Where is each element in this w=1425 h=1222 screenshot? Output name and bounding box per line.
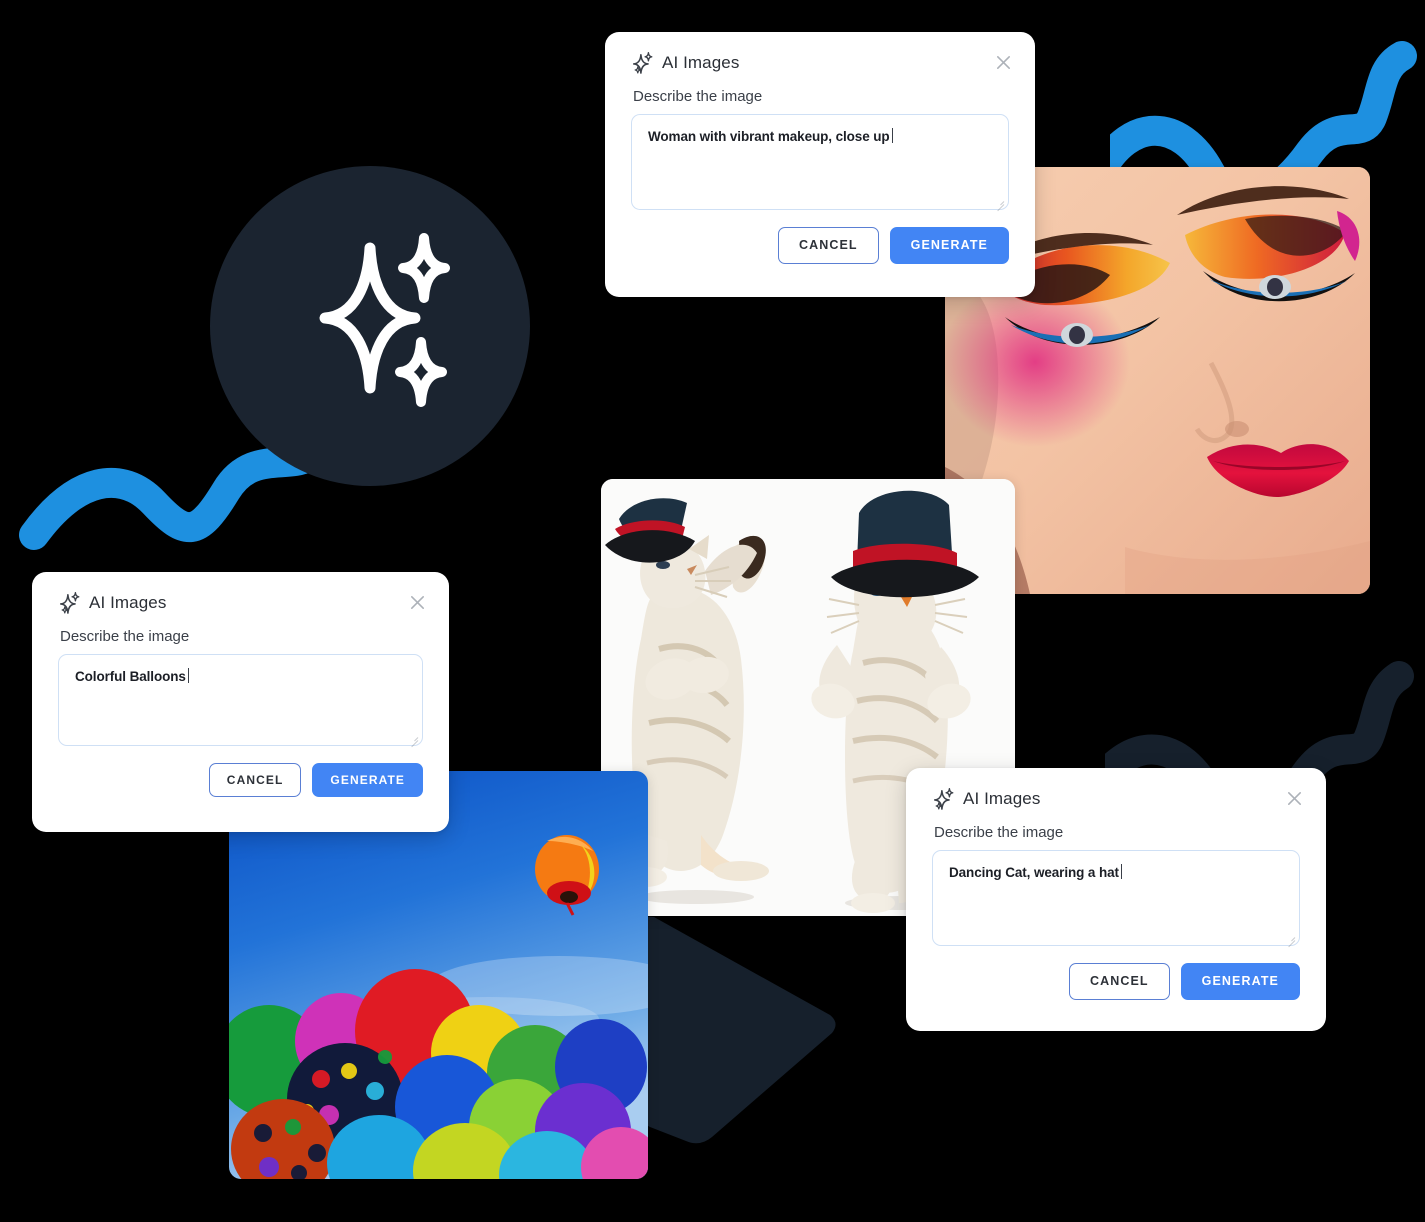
close-icon[interactable] bbox=[1285, 789, 1304, 808]
close-icon[interactable] bbox=[994, 53, 1013, 72]
dialog-header: AI Images bbox=[58, 592, 425, 614]
describe-image-label: Describe the image bbox=[633, 88, 763, 105]
dialog-actions: CANCEL GENERATE bbox=[631, 227, 1009, 264]
generate-button[interactable]: GENERATE bbox=[889, 227, 1009, 264]
sparkles-icon bbox=[58, 592, 80, 614]
generate-button[interactable]: GENERATE bbox=[312, 763, 423, 797]
ai-images-dialog-balloons[interactable]: AI Images Describe the image Colorful Ba… bbox=[32, 572, 449, 832]
dialog-title: AI Images bbox=[89, 593, 167, 612]
generate-button[interactable]: GENERATE bbox=[1180, 963, 1300, 1000]
resize-grip-icon[interactable] bbox=[1286, 933, 1295, 942]
resize-grip-icon[interactable] bbox=[995, 197, 1004, 206]
prompt-input[interactable]: Woman with vibrant makeup, close up bbox=[631, 114, 1009, 210]
cancel-button[interactable]: CANCEL bbox=[777, 227, 879, 264]
cancel-button[interactable]: CANCEL bbox=[1068, 963, 1170, 1000]
prompt-input[interactable]: Dancing Cat, wearing a hat bbox=[932, 850, 1300, 946]
ai-images-dialog-makeup[interactable]: AI Images Describe the image Woman with … bbox=[605, 32, 1035, 297]
cancel-button[interactable]: CANCEL bbox=[208, 763, 302, 797]
prompt-value: Colorful Balloons bbox=[75, 668, 189, 684]
ai-images-dialog-cat[interactable]: AI Images Describe the image Dancing Cat… bbox=[906, 768, 1326, 1031]
describe-image-label: Describe the image bbox=[934, 824, 1064, 841]
dialog-header: AI Images bbox=[932, 788, 1302, 810]
generated-image-balloons bbox=[229, 771, 648, 1179]
dialog-actions: CANCEL GENERATE bbox=[932, 963, 1300, 1000]
hero-composition: AI Images Describe the image Woman with … bbox=[0, 0, 1425, 1222]
prompt-value: Dancing Cat, wearing a hat bbox=[949, 864, 1122, 880]
sparkles-icon bbox=[932, 788, 954, 810]
dialog-header: AI Images bbox=[631, 52, 1011, 74]
describe-image-label: Describe the image bbox=[60, 628, 190, 645]
close-icon[interactable] bbox=[408, 593, 427, 612]
resize-grip-icon[interactable] bbox=[409, 733, 418, 742]
sparkles-icon bbox=[631, 52, 653, 74]
dark-arrow-icon bbox=[642, 916, 836, 1144]
dialog-title: AI Images bbox=[662, 53, 740, 72]
sparkles-icon bbox=[319, 233, 450, 407]
prompt-input[interactable]: Colorful Balloons bbox=[58, 654, 423, 746]
dialog-title: AI Images bbox=[963, 789, 1041, 808]
prompt-value: Woman with vibrant makeup, close up bbox=[648, 128, 893, 144]
dialog-actions: CANCEL GENERATE bbox=[58, 763, 423, 797]
